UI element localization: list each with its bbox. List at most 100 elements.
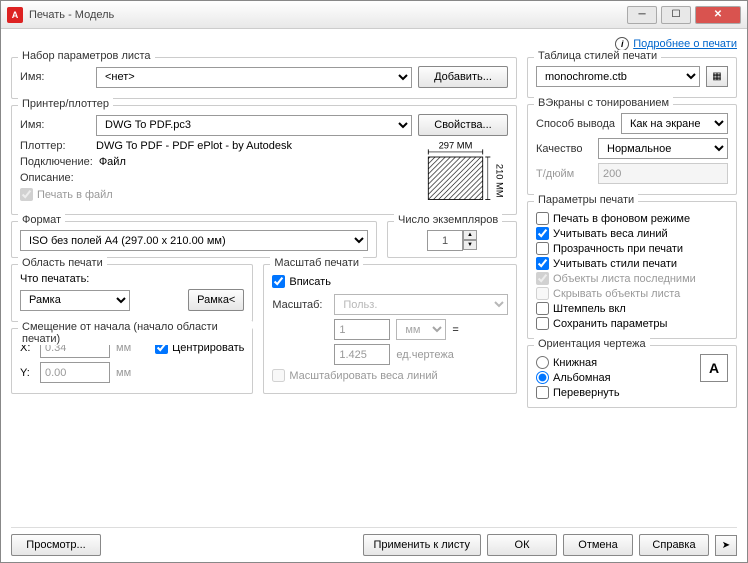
preview-button[interactable]: Просмотр... [11,534,101,556]
ok-button[interactable]: ОК [487,534,557,556]
plot-style-edit-button[interactable]: ▦ [706,66,728,87]
paperspace-last-label: Объекты листа последними [553,273,696,285]
drawing-unit-label: ед.чертежа [396,349,453,361]
print-to-file-checkbox [20,188,33,201]
save-changes-checkbox[interactable] [536,317,549,330]
page-setup-name-select[interactable]: <нет> [96,67,412,88]
y-offset-input [40,362,110,383]
printer-name-label: Имя: [20,119,90,131]
copies-up[interactable]: ▲ [463,230,477,240]
background-plot-checkbox[interactable] [536,212,549,225]
close-button[interactable]: ✕ [695,6,741,24]
page-setup-title: Набор параметров листа [18,50,155,62]
plot-styles-checkbox[interactable] [536,257,549,270]
offset-title: Смещение от начала (начало области печат… [18,321,252,345]
copies-input [427,230,463,251]
connection-label: Подключение: [20,156,93,168]
titlebar: A Печать - Модель ─ ☐ ✕ [1,1,747,29]
preview-width-text: 297 MM [439,141,473,151]
dpi-input [598,163,728,184]
landscape-label: Альбомная [553,372,611,384]
y-label: Y: [20,367,34,379]
paper-size-group: Формат ISO без полей A4 (297.00 x 210.00… [11,221,377,258]
fit-label: Вписать [289,276,331,288]
copies-group: Число экземпляров ▲▼ [387,221,517,258]
info-icon: i [615,37,629,51]
scale-lineweights-checkbox [272,369,285,382]
equals-sign: = [452,324,458,336]
page-setup-name-label: Имя: [20,71,90,83]
offset-group: Смещение от начала (начало области печат… [11,328,253,394]
copies-title: Число экземпляров [394,214,502,226]
upside-down-label: Перевернуть [553,387,620,399]
plotter-label: Плоттер: [20,140,90,152]
transparency-label: Прозрачность при печати [553,243,683,255]
connection-value: Файл [99,156,126,168]
quality-select[interactable]: Нормальное [598,138,728,159]
transparency-checkbox[interactable] [536,242,549,255]
plot-options-group: Параметры печати Печать в фоновом режиме… [527,201,737,339]
app-icon: A [7,7,23,23]
add-page-setup-button[interactable]: Добавить... [418,66,508,88]
maximize-button[interactable]: ☐ [661,6,691,24]
scale-denominator-input [334,344,390,365]
hide-paperspace-checkbox [536,287,549,300]
window-select-button[interactable]: Рамка< [188,289,244,311]
print-to-file-label: Печать в файл [37,189,113,201]
plotter-value: DWG To PDF - PDF ePlot - by Autodesk [96,140,292,152]
copies-down[interactable]: ▼ [463,240,477,250]
preview-height-text: 210 MM [494,164,504,198]
plot-options-title: Параметры печати [534,194,638,206]
printer-name-select[interactable]: DWG To PDF.pc3 [96,115,412,136]
plot-stamp-label: Штемпель вкл [553,303,626,315]
plot-area-group: Область печати Что печатать: Рамка Рамка… [11,264,253,322]
help-button[interactable]: Справка [639,534,709,556]
hide-paperspace-label: Скрывать объекты листа [553,288,680,300]
minimize-button[interactable]: ─ [627,6,657,24]
what-to-plot-select[interactable]: Рамка [20,290,130,311]
lineweights-label: Учитывать веса линий [553,228,668,240]
scale-lineweights-label: Масштабировать веса линий [289,370,437,382]
scale-select: Польз. [334,294,508,315]
plot-style-group: Таблица стилей печати monochrome.ctb ▦ [527,57,737,98]
portrait-radio[interactable] [536,356,549,369]
fit-to-paper-checkbox[interactable] [272,275,285,288]
learn-more-link[interactable]: Подробнее о печати [633,38,737,50]
orientation-title: Ориентация чертежа [534,338,650,350]
scale-label: Масштаб: [272,299,328,311]
paper-preview: 297 MM 210 MM [420,140,508,208]
what-to-plot-label: Что печатать: [20,273,244,285]
landscape-radio[interactable] [536,371,549,384]
scale-unit-select: мм [396,319,446,340]
lineweights-checkbox[interactable] [536,227,549,240]
portrait-label: Книжная [553,357,597,369]
scale-title: Масштаб печати [270,257,363,269]
window-title: Печать - Модель [29,9,627,21]
dpi-label: Т/дюйм [536,168,592,180]
plot-stamp-checkbox[interactable] [536,302,549,315]
expand-button[interactable]: ➤ [715,535,737,556]
printer-group: Принтер/плоттер Имя: DWG To PDF.pc3 Свой… [11,105,517,215]
shade-method-select[interactable]: Как на экране [621,113,728,134]
y-unit: мм [116,367,131,379]
plot-styles-label: Учитывать стили печати [553,258,677,270]
orientation-icon: A [700,354,728,382]
shaded-viewport-group: ВЭкраны с тонированием Способ выводаКак … [527,104,737,195]
description-label: Описание: [20,172,90,184]
scale-group: Масштаб печати Вписать Масштаб: Польз. м… [263,264,517,394]
printer-properties-button[interactable]: Свойства... [418,114,508,136]
scale-numerator-input [334,319,390,340]
orientation-group: Ориентация чертежа Книжная Альбомная Пер… [527,345,737,408]
page-setup-group: Набор параметров листа Имя: <нет> Добави… [11,57,517,99]
shaded-title: ВЭкраны с тонированием [534,97,673,109]
paper-size-select[interactable]: ISO без полей A4 (297.00 x 210.00 мм) [20,230,368,251]
plot-style-select[interactable]: monochrome.ctb [536,66,700,87]
plot-style-title: Таблица стилей печати [534,50,661,62]
plot-area-title: Область печати [18,257,107,269]
save-changes-label: Сохранить параметры [553,318,667,330]
apply-to-layout-button[interactable]: Применить к листу [363,534,482,556]
upside-down-checkbox[interactable] [536,386,549,399]
cancel-button[interactable]: Отмена [563,534,633,556]
printer-title: Принтер/плоттер [18,98,113,110]
background-plot-label: Печать в фоновом режиме [553,213,690,225]
